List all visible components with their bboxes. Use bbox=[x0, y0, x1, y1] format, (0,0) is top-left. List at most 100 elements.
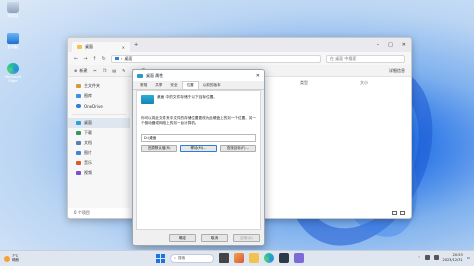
refresh-icon[interactable]: ↻ bbox=[102, 56, 106, 62]
sidebar-item-label: 文档 bbox=[84, 140, 92, 145]
explorer-tab-strip: 桌面 ✕ + – □ ✕ bbox=[68, 38, 411, 52]
cut-icon[interactable]: ✂ bbox=[93, 68, 96, 73]
dialog-title-bar: 桌面 属性 ✕ bbox=[133, 70, 264, 81]
tab-sharing[interactable]: 共享 bbox=[151, 81, 166, 89]
desktop-icon-label: 回收站 bbox=[7, 14, 19, 18]
paste-icon[interactable]: ▤ bbox=[112, 68, 116, 73]
view-toggles bbox=[392, 211, 405, 215]
weather-text: 7°C 晴朗 bbox=[12, 254, 19, 262]
address-bar[interactable]: › 桌面 bbox=[110, 54, 321, 63]
taskbar: 7°C 晴朗 ⌕ 搜索 ⌃ 20:53 2023/12/31 ▭ bbox=[0, 250, 474, 266]
sidebar-item-label: 主文件夹 bbox=[84, 83, 100, 88]
network-icon[interactable] bbox=[424, 255, 430, 260]
store-icon[interactable] bbox=[279, 253, 289, 263]
search-placeholder: 在 桌面 中搜索 bbox=[329, 55, 357, 61]
search-input[interactable]: 在 桌面 中搜索 bbox=[325, 54, 405, 63]
sidebar-item-documents[interactable]: 文档 bbox=[68, 138, 130, 148]
details-view-icon[interactable] bbox=[392, 211, 397, 215]
description-text: 你可以将此文件夹中文件的存储位置更改为此硬盘上的另一个位置、另一个驱动器或网络上… bbox=[141, 116, 256, 125]
chevron-right-icon: › bbox=[120, 56, 123, 61]
edge-icon[interactable] bbox=[264, 253, 274, 263]
folder-icon bbox=[137, 73, 143, 78]
apply-button[interactable]: 应用(A) bbox=[233, 234, 260, 242]
search-label: 搜索 bbox=[178, 255, 186, 260]
dialog-title: 桌面 属性 bbox=[146, 72, 164, 78]
find-target-button[interactable]: 查找目标(F)... bbox=[219, 145, 256, 152]
tab-security[interactable]: 安全 bbox=[166, 81, 181, 89]
dialog-footer: 确定 取消 应用(A) bbox=[133, 234, 264, 242]
videos-icon bbox=[76, 171, 81, 175]
taskbar-search[interactable]: ⌕ 搜索 bbox=[170, 253, 214, 263]
sidebar-item-label: 下载 bbox=[84, 130, 92, 135]
tab-general[interactable]: 常规 bbox=[136, 81, 151, 89]
item-count: 0 个项目 bbox=[74, 210, 90, 215]
widgets-icon[interactable] bbox=[234, 253, 244, 263]
close-button[interactable]: ✕ bbox=[402, 42, 406, 48]
sidebar-item-gallery[interactable]: 图库 bbox=[68, 91, 130, 101]
navigation-pane: 主文件夹 图库 OneDrive 桌面 下载 文档 图片 音乐 视频 bbox=[68, 77, 130, 208]
sidebar-item-label: 视频 bbox=[84, 170, 92, 175]
details-button[interactable]: 详细信息 bbox=[389, 68, 405, 74]
minimize-button[interactable]: – bbox=[377, 42, 380, 48]
move-button[interactable]: 移动(M)... bbox=[180, 145, 217, 152]
sidebar-item-home[interactable]: 主文件夹 bbox=[68, 81, 130, 91]
clock[interactable]: 20:53 2023/12/31 bbox=[443, 253, 463, 262]
desktop-folder-icon bbox=[141, 95, 154, 104]
sidebar-item-downloads[interactable]: 下载 bbox=[68, 128, 130, 138]
desktop-icon-edge[interactable]: Microsoft Edge bbox=[2, 63, 24, 83]
ok-button[interactable]: 确定 bbox=[169, 234, 196, 242]
sidebar-item-pictures[interactable]: 图片 bbox=[68, 148, 130, 158]
header-text: 桌面 中的文件存储于以下目标位置。 bbox=[157, 95, 218, 99]
pictures-icon bbox=[76, 151, 81, 155]
weather-widget[interactable]: 7°C 晴朗 bbox=[0, 254, 19, 262]
chevron-up-icon[interactable]: ⌃ bbox=[418, 256, 421, 260]
sidebar-item-music[interactable]: 音乐 bbox=[68, 158, 130, 168]
up-arrow-icon[interactable]: ↑ bbox=[92, 56, 96, 62]
download-icon bbox=[76, 131, 81, 135]
windows-start-icon[interactable] bbox=[155, 253, 165, 263]
close-dialog-icon[interactable]: ✕ bbox=[256, 73, 260, 79]
copy-icon[interactable]: ❐ bbox=[103, 68, 107, 73]
tab-previous-versions[interactable]: 以前的版本 bbox=[199, 81, 225, 89]
location-panel: 桌面 中的文件存储于以下目标位置。 你可以将此文件夹中文件的存储位置更改为此硬盘… bbox=[136, 90, 261, 230]
clock-date: 2023/12/31 bbox=[442, 257, 463, 262]
sidebar-item-label: 图库 bbox=[84, 93, 92, 98]
sidebar-item-onedrive[interactable]: OneDrive bbox=[68, 101, 130, 111]
cancel-button[interactable]: 取消 bbox=[201, 234, 228, 242]
rename-icon[interactable]: ✎ bbox=[122, 68, 125, 73]
sidebar-item-videos[interactable]: 视频 bbox=[68, 168, 130, 178]
desktop-icon-label: 此电脑 bbox=[7, 45, 19, 49]
taskbar-apps: ⌕ 搜索 bbox=[155, 253, 304, 263]
column-header-size[interactable]: 大小 bbox=[360, 80, 368, 86]
new-label: 新建 bbox=[79, 67, 88, 73]
explorer-tab-desktop[interactable]: 桌面 ✕ bbox=[72, 42, 130, 52]
sidebar-item-label: OneDrive bbox=[84, 103, 103, 109]
sidebar-item-label: 音乐 bbox=[84, 160, 92, 165]
desktop-icon-recycle-bin[interactable]: 回收站 bbox=[2, 2, 24, 18]
tab-location[interactable]: 位置 bbox=[181, 81, 199, 89]
search-icon: ⌕ bbox=[174, 256, 177, 260]
location-path-input[interactable]: D:\桌面 bbox=[141, 134, 256, 142]
desktop-icon-this-pc[interactable]: 此电脑 bbox=[2, 33, 24, 49]
tiles-view-icon[interactable] bbox=[400, 211, 405, 215]
restore-default-button[interactable]: 还原默认值(R) bbox=[141, 145, 178, 152]
new-button[interactable]: ⊕ 新建 bbox=[74, 68, 87, 74]
gallery-icon bbox=[76, 94, 81, 98]
volume-icon[interactable] bbox=[433, 255, 439, 260]
new-tab-button[interactable]: + bbox=[134, 42, 138, 48]
system-tray: ⌃ 20:53 2023/12/31 ▭ bbox=[418, 253, 470, 262]
mail-icon[interactable] bbox=[294, 253, 304, 263]
sidebar-divider bbox=[72, 114, 126, 115]
plus-circle-icon: ⊕ bbox=[74, 68, 78, 73]
task-view-icon[interactable] bbox=[219, 253, 229, 263]
onedrive-icon bbox=[76, 104, 81, 108]
maximize-button[interactable]: □ bbox=[388, 42, 393, 48]
column-header-type[interactable]: 类型 bbox=[300, 80, 308, 86]
forward-arrow-icon[interactable]: → bbox=[83, 56, 87, 62]
close-tab-icon[interactable]: ✕ bbox=[122, 45, 125, 50]
sidebar-item-desktop[interactable]: 桌面 bbox=[68, 118, 130, 128]
back-arrow-icon[interactable]: ← bbox=[74, 56, 78, 62]
file-explorer-icon[interactable] bbox=[249, 253, 259, 263]
desktop-folder-icon bbox=[76, 121, 81, 125]
notification-icon[interactable]: ▭ bbox=[467, 256, 470, 260]
